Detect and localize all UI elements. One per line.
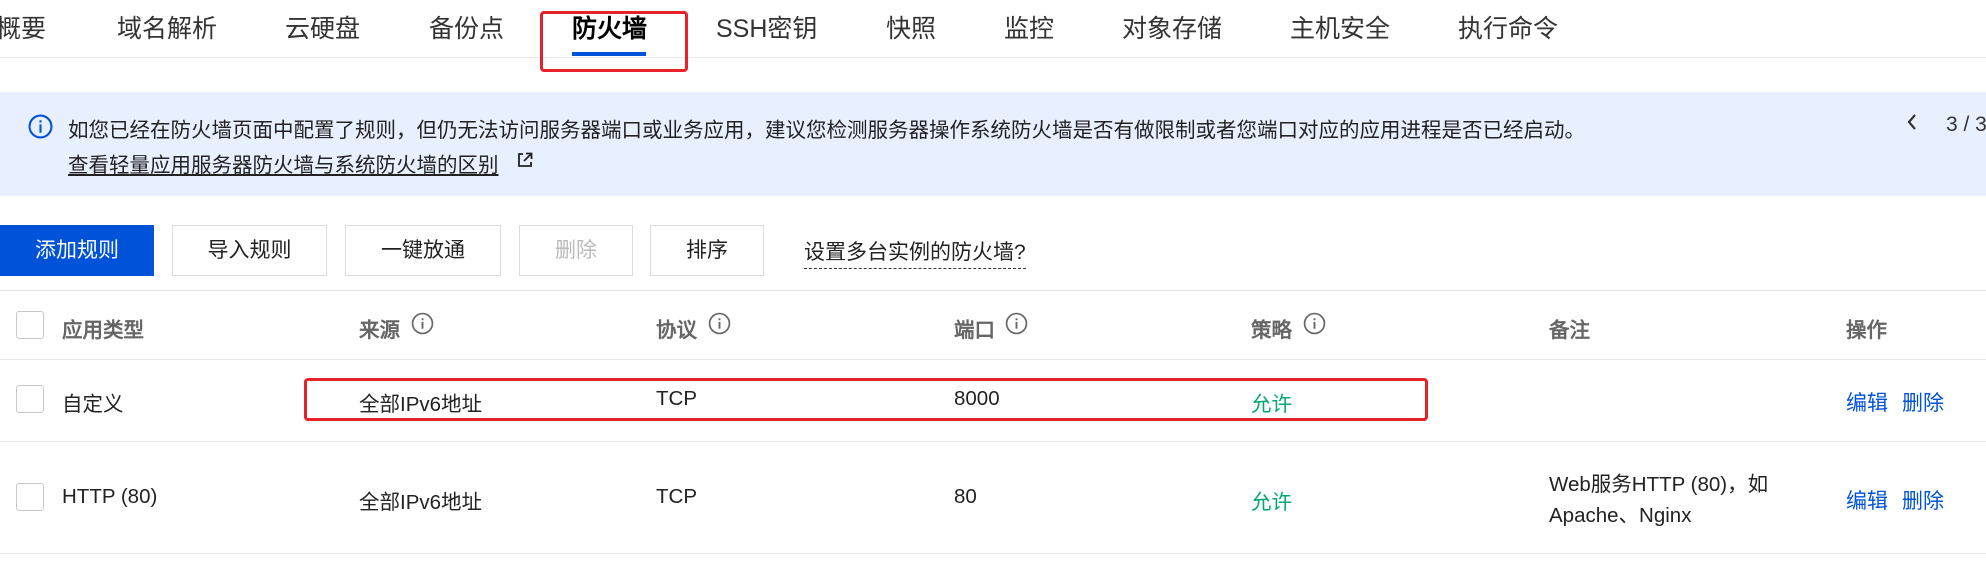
multi-instance-firewall-link[interactable]: 设置多台实例的防火墙? bbox=[804, 236, 1026, 269]
tab-firewall[interactable]: 防火墙 bbox=[572, 0, 647, 58]
row-port: 8000 bbox=[954, 387, 1000, 410]
header-protocol: 协议 bbox=[656, 319, 697, 342]
select-all-checkbox[interactable] bbox=[16, 311, 44, 339]
policy-info-icon[interactable] bbox=[1303, 312, 1326, 335]
header-actions: 操作 bbox=[1846, 319, 1887, 342]
port-info-icon[interactable] bbox=[1005, 312, 1028, 335]
header-note: 备注 bbox=[1549, 319, 1590, 342]
row-source: 全部IPv6地址 bbox=[359, 491, 483, 514]
sort-button[interactable]: 排序 bbox=[650, 225, 764, 276]
notice-text: 如您已经在防火墙页面中配置了规则，但仍无法访问服务器端口或业务应用，建议您检测服… bbox=[68, 119, 1585, 142]
row-divider bbox=[0, 553, 1986, 554]
header-app-type: 应用类型 bbox=[62, 319, 144, 342]
row-source: 全部IPv6地址 bbox=[359, 393, 483, 416]
tab-run-command[interactable]: 执行命令 bbox=[1458, 0, 1558, 58]
row-policy: 允许 bbox=[1251, 491, 1292, 514]
row-checkbox[interactable] bbox=[16, 483, 44, 511]
row-protocol: TCP bbox=[656, 387, 697, 410]
import-rule-button[interactable]: 导入规则 bbox=[172, 225, 327, 276]
row-note: Web服务HTTP (80)，如Apache、Nginx bbox=[1549, 473, 1769, 527]
tab-cloud-disk[interactable]: 云硬盘 bbox=[285, 0, 360, 58]
open-all-button[interactable]: 一键放通 bbox=[345, 225, 501, 276]
row-divider bbox=[0, 441, 1986, 442]
tab-ssh-key[interactable]: SSH密钥 bbox=[716, 0, 817, 58]
tab-snapshot[interactable]: 快照 bbox=[886, 0, 936, 58]
info-icon bbox=[28, 114, 53, 139]
tab-overview[interactable]: 概要 bbox=[0, 0, 46, 58]
row-delete-link[interactable]: 删除 bbox=[1902, 485, 1944, 515]
row-app-type: 自定义 bbox=[62, 393, 124, 416]
source-info-icon[interactable] bbox=[411, 312, 434, 335]
firewall-difference-link[interactable]: 查看轻量应用服务器防火墙与系统防火墙的区别 bbox=[68, 148, 499, 178]
row-protocol: TCP bbox=[656, 485, 697, 508]
delete-button[interactable]: 删除 bbox=[519, 225, 633, 276]
add-rule-button[interactable]: 添加规则 bbox=[0, 225, 154, 276]
row-checkbox[interactable] bbox=[16, 385, 44, 413]
header-policy: 策略 bbox=[1251, 319, 1292, 342]
external-link-icon[interactable] bbox=[516, 151, 534, 169]
chevron-left-icon[interactable] bbox=[1905, 112, 1919, 138]
tab-backup[interactable]: 备份点 bbox=[429, 0, 504, 58]
row-policy: 允许 bbox=[1251, 393, 1292, 416]
row-edit-link[interactable]: 编辑 bbox=[1846, 387, 1888, 417]
tab-bar: 概要 域名解析 云硬盘 备份点 防火墙 SSH密钥 快照 监控 对象存储 主机安… bbox=[0, 0, 1986, 58]
header-source: 来源 bbox=[359, 319, 400, 342]
row-port: 80 bbox=[954, 485, 977, 508]
protocol-info-icon[interactable] bbox=[708, 312, 731, 335]
tab-monitor[interactable]: 监控 bbox=[1004, 0, 1054, 58]
header-port: 端口 bbox=[954, 319, 995, 342]
tab-dns[interactable]: 域名解析 bbox=[117, 0, 217, 58]
tab-host-security[interactable]: 主机安全 bbox=[1290, 0, 1390, 58]
row-edit-link[interactable]: 编辑 bbox=[1846, 485, 1888, 515]
notice-pager: 3 / 3 bbox=[1946, 113, 1986, 136]
row-app-type: HTTP (80) bbox=[62, 485, 158, 508]
row-delete-link[interactable]: 删除 bbox=[1902, 387, 1944, 417]
tab-object-storage[interactable]: 对象存储 bbox=[1122, 0, 1222, 58]
notice-banner bbox=[0, 92, 1986, 196]
active-tab-indicator bbox=[572, 52, 646, 56]
